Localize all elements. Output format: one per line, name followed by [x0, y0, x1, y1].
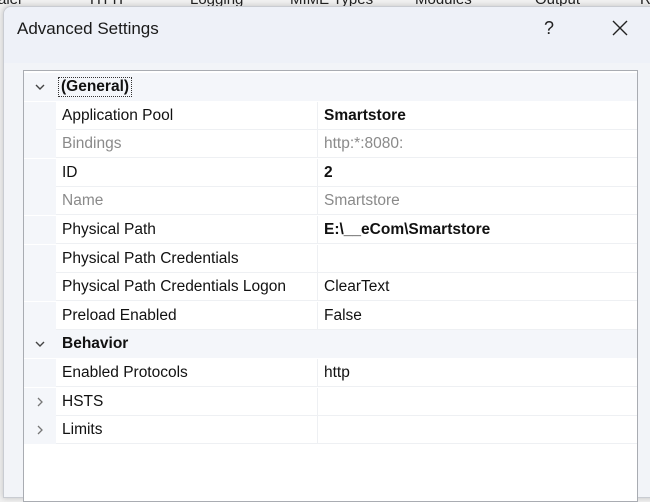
column-divider	[317, 416, 318, 445]
property-grid[interactable]: (General) Application Pool Smartstore Bindi…	[23, 70, 638, 502]
column-divider	[317, 158, 318, 187]
row-gutter	[24, 130, 56, 159]
property-row[interactable]: Limits	[24, 416, 637, 445]
property-value[interactable]: http:*:8080:	[324, 135, 403, 153]
property-name: Enabled Protocols	[62, 364, 188, 381]
property-value[interactable]: False	[324, 307, 362, 325]
property-row[interactable]: Enabled Protocols http	[24, 359, 637, 387]
property-row[interactable]: Bindings http:*:8080:	[24, 130, 637, 159]
dialog-title: Advanced Settings	[17, 19, 159, 38]
property-value[interactable]: ClearText	[324, 278, 389, 296]
close-icon[interactable]	[609, 17, 631, 39]
property-name: ID	[62, 163, 78, 181]
column-divider	[317, 216, 318, 244]
category-row[interactable]: Behavior	[24, 330, 637, 359]
property-row[interactable]: Preload Enabled False	[24, 301, 637, 330]
property-row[interactable]: Physical Path Credentials	[24, 244, 637, 273]
property-name: Bindings	[62, 135, 122, 153]
category-row[interactable]: (General)	[24, 73, 637, 101]
row-gutter	[24, 187, 56, 216]
property-value[interactable]: Smartstore	[324, 107, 406, 125]
row-gutter	[24, 158, 56, 187]
property-name: Limits	[62, 421, 103, 439]
property-name: Physical Path Credentials Logon	[62, 278, 287, 296]
row-gutter	[24, 273, 56, 302]
property-value[interactable]: http	[324, 364, 350, 382]
row-gutter	[24, 216, 56, 244]
property-name: Physical Path Credentials	[62, 249, 239, 267]
chevron-down-icon[interactable]	[34, 338, 46, 350]
column-divider	[317, 244, 318, 273]
property-value[interactable]: Smartstore	[324, 192, 400, 210]
property-name: Name	[62, 192, 104, 210]
column-divider	[317, 387, 318, 416]
column-divider	[317, 187, 318, 216]
property-row[interactable]: Name Smartstore	[24, 187, 637, 216]
chevron-right-icon[interactable]	[34, 424, 46, 436]
column-divider	[317, 301, 318, 330]
row-gutter	[24, 301, 56, 330]
row-gutter	[24, 101, 56, 130]
row-divider	[56, 443, 637, 445]
help-button[interactable]: ?	[544, 18, 554, 39]
property-name: Preload Enabled	[62, 306, 177, 324]
property-row[interactable]: ID 2	[24, 158, 637, 187]
row-gutter	[24, 244, 56, 273]
chevron-down-icon[interactable]	[34, 81, 46, 93]
column-divider	[317, 101, 318, 130]
column-divider	[317, 130, 318, 159]
category-label: Behavior	[62, 335, 129, 353]
category-label: (General)	[57, 77, 133, 97]
column-divider	[317, 273, 318, 302]
column-divider	[317, 359, 318, 387]
property-value[interactable]: 2	[324, 164, 333, 182]
property-row[interactable]: HSTS	[24, 387, 637, 416]
property-row[interactable]: Physical Path E:\__eCom\Smartstore	[24, 216, 637, 244]
property-row[interactable]: Application Pool Smartstore	[24, 101, 637, 130]
title-bar: Advanced Settings ?	[4, 7, 650, 63]
property-name: Application Pool	[62, 106, 174, 124]
row-gutter	[24, 359, 56, 387]
chevron-right-icon[interactable]	[34, 396, 46, 408]
property-value[interactable]: E:\__eCom\Smartstore	[324, 221, 490, 239]
property-name: HSTS	[62, 392, 104, 410]
advanced-settings-dialog: Advanced Settings ? (General) Application…	[3, 6, 650, 502]
property-name: Physical Path	[62, 221, 156, 238]
property-row[interactable]: Physical Path Credentials Logon ClearText	[24, 273, 637, 302]
